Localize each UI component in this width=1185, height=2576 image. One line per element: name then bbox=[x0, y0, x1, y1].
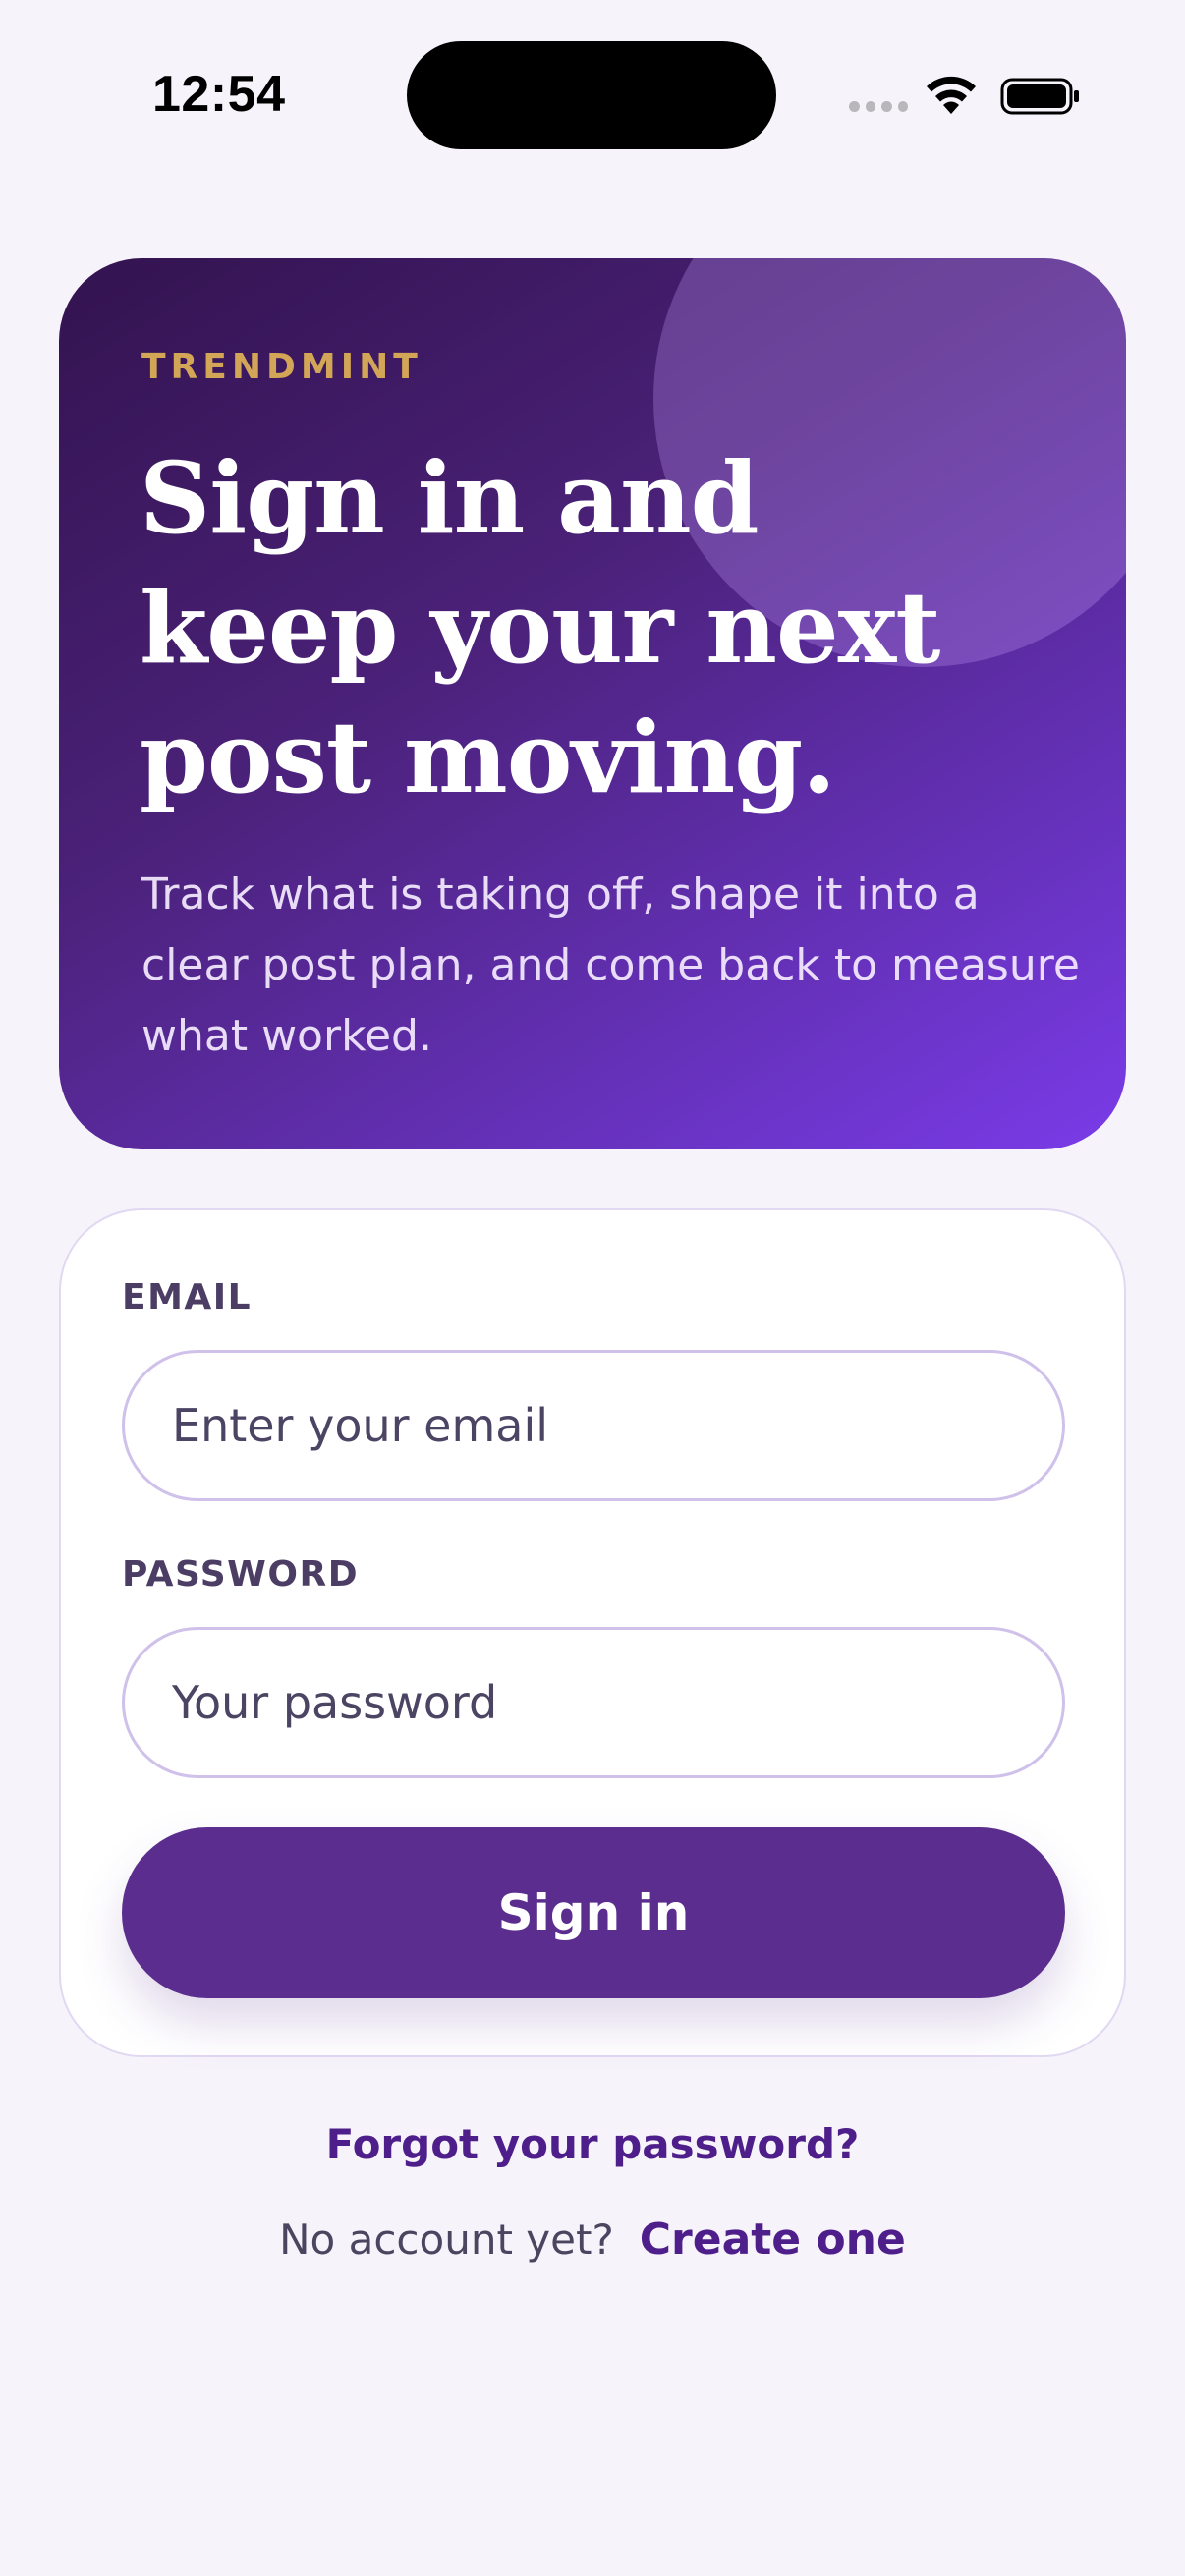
create-account-link[interactable]: Create one bbox=[640, 2214, 906, 2265]
hero-card: TRENDMINT Sign in and keep your next pos… bbox=[59, 258, 1126, 1149]
signal-icon bbox=[849, 101, 908, 115]
sign-in-screen: 12:54 TRENDMINT Sign in and keep your ne… bbox=[0, 0, 1185, 2576]
hero-title: Sign in and keep your next post moving. bbox=[140, 440, 940, 815]
battery-icon bbox=[1000, 78, 1079, 115]
sign-in-form: EMAIL PASSWORD Sign in bbox=[59, 1208, 1126, 2057]
status-time: 12:54 bbox=[152, 66, 286, 123]
email-input[interactable] bbox=[122, 1350, 1065, 1501]
dynamic-island bbox=[407, 41, 776, 149]
signup-prompt: No account yet? bbox=[279, 2215, 614, 2264]
forgot-password-link[interactable]: Forgot your password? bbox=[0, 2120, 1185, 2168]
password-input[interactable] bbox=[122, 1627, 1065, 1778]
wifi-icon bbox=[927, 76, 976, 114]
brand-name: TRENDMINT bbox=[141, 347, 423, 387]
password-label: PASSWORD bbox=[122, 1554, 360, 1595]
signup-row: No account yet? Create one bbox=[0, 2214, 1185, 2265]
email-label: EMAIL bbox=[122, 1277, 253, 1317]
hero-subtitle: Track what is taking off, shape it into … bbox=[141, 869, 1080, 1061]
sign-in-button[interactable]: Sign in bbox=[122, 1827, 1065, 1998]
